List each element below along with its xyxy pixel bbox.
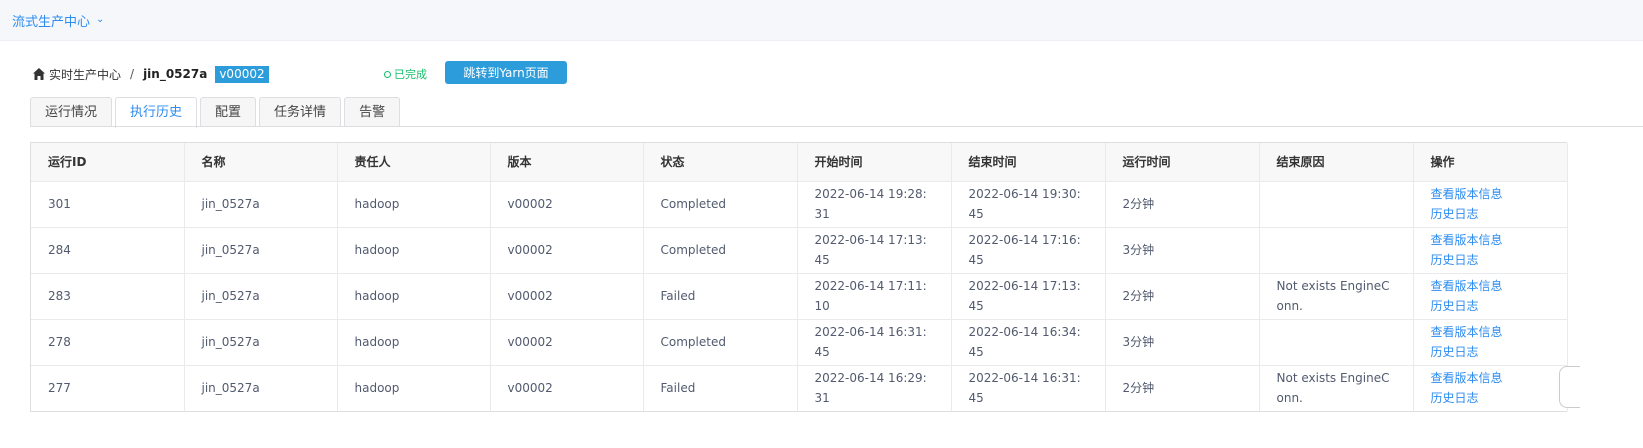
view-version-info-link[interactable]: 查看版本信息 xyxy=(1431,276,1550,296)
table-row: 283 jin_0527a hadoop v00002 Failed 2022-… xyxy=(31,273,1568,320)
tab-config[interactable]: 配置 xyxy=(200,97,257,127)
circle-icon xyxy=(384,70,391,78)
table-header-row: 运行ID 名称 责任人 版本 状态 开始时间 结束时间 运行时间 结束原因 操作 xyxy=(31,143,1568,182)
job-status-badge: 已完成 xyxy=(384,66,427,82)
cell-status: Failed xyxy=(643,273,798,320)
cell-version: v00002 xyxy=(490,227,644,274)
cell-status: Failed xyxy=(643,365,798,411)
breadcrumb-separator: / xyxy=(130,67,135,81)
cell-run-id: 301 xyxy=(31,181,185,228)
chevron-down-icon: ⌄ xyxy=(96,14,105,25)
job-status-label: 已完成 xyxy=(394,68,427,81)
column-header-name: 名称 xyxy=(184,143,338,182)
cell-start-time: 2022-06-14 16:31:45 xyxy=(797,319,952,366)
view-version-info-link[interactable]: 查看版本信息 xyxy=(1431,184,1550,204)
side-drawer-handle[interactable] xyxy=(1559,366,1580,408)
execution-history-table: 运行ID 名称 责任人 版本 状态 开始时间 结束时间 运行时间 结束原因 操作… xyxy=(30,142,1568,412)
cell-name: jin_0527a xyxy=(184,319,338,366)
cell-version: v00002 xyxy=(490,365,644,411)
history-log-link[interactable]: 历史日志 xyxy=(1431,204,1550,224)
cell-owner: hadoop xyxy=(337,365,491,411)
breadcrumb-job-name: jin_0527a xyxy=(143,67,208,81)
cell-duration: 3分钟 xyxy=(1105,319,1260,366)
column-header-end-time: 结束时间 xyxy=(951,143,1106,182)
top-nav-bar: 流式生产中心 ⌄ xyxy=(0,0,1643,41)
history-log-link[interactable]: 历史日志 xyxy=(1431,250,1550,270)
cell-status: Completed xyxy=(643,227,798,274)
cell-end-time: 2022-06-14 17:16:45 xyxy=(951,227,1106,274)
cell-end-reason xyxy=(1259,227,1414,274)
cell-name: jin_0527a xyxy=(184,181,338,228)
column-header-owner: 责任人 xyxy=(337,143,491,182)
column-header-status: 状态 xyxy=(643,143,798,182)
tab-execution-history[interactable]: 执行历史 xyxy=(115,97,198,128)
tab-run-status[interactable]: 运行情况 xyxy=(30,97,113,127)
cell-owner: hadoop xyxy=(337,319,491,366)
cell-name: jin_0527a xyxy=(184,273,338,320)
cell-version: v00002 xyxy=(490,181,644,228)
cell-status: Completed xyxy=(643,181,798,228)
column-header-duration: 运行时间 xyxy=(1105,143,1260,182)
breadcrumb-home[interactable]: 实时生产中心 xyxy=(49,66,121,83)
version-tag: v00002 xyxy=(215,65,269,83)
tab-alerts[interactable]: 告警 xyxy=(344,97,401,127)
cell-owner: hadoop xyxy=(337,181,491,228)
column-header-run-id: 运行ID xyxy=(31,143,185,182)
cell-owner: hadoop xyxy=(337,227,491,274)
cell-end-reason: Not exists EngineConn. xyxy=(1259,365,1414,411)
cell-owner: hadoop xyxy=(337,273,491,320)
cell-end-time: 2022-06-14 16:31:45 xyxy=(951,365,1106,411)
cell-actions: 查看版本信息 历史日志 xyxy=(1413,319,1568,366)
cell-end-reason xyxy=(1259,319,1414,366)
cell-start-time: 2022-06-14 17:11:10 xyxy=(797,273,952,320)
cell-start-time: 2022-06-14 17:13:45 xyxy=(797,227,952,274)
cell-duration: 3分钟 xyxy=(1105,227,1260,274)
app-switcher-menu[interactable]: 流式生产中心 ⌄ xyxy=(12,11,104,30)
cell-start-time: 2022-06-14 16:29:31 xyxy=(797,365,952,411)
tab-divider xyxy=(30,126,1643,127)
cell-actions: 查看版本信息 历史日志 xyxy=(1413,273,1568,320)
cell-duration: 2分钟 xyxy=(1105,365,1260,411)
cell-run-id: 284 xyxy=(31,227,185,274)
cell-end-reason xyxy=(1259,181,1414,228)
table-row: 284 jin_0527a hadoop v00002 Completed 20… xyxy=(31,227,1568,274)
home-icon xyxy=(33,68,45,80)
column-header-actions: 操作 xyxy=(1413,143,1568,182)
history-log-link[interactable]: 历史日志 xyxy=(1431,296,1550,316)
cell-actions: 查看版本信息 历史日志 xyxy=(1413,181,1568,228)
tab-task-details[interactable]: 任务详情 xyxy=(259,97,342,127)
view-version-info-link[interactable]: 查看版本信息 xyxy=(1431,230,1550,250)
cell-status: Completed xyxy=(643,319,798,366)
history-log-link[interactable]: 历史日志 xyxy=(1431,388,1550,408)
column-header-end-reason: 结束原因 xyxy=(1259,143,1414,182)
cell-end-time: 2022-06-14 19:30:45 xyxy=(951,181,1106,228)
column-header-version: 版本 xyxy=(490,143,644,182)
view-version-info-link[interactable]: 查看版本信息 xyxy=(1431,368,1550,388)
cell-run-id: 283 xyxy=(31,273,185,320)
breadcrumb: 实时生产中心 / jin_0527a v00002 xyxy=(32,65,269,83)
cell-end-reason: Not exists EngineConn. xyxy=(1259,273,1414,320)
cell-end-time: 2022-06-14 17:13:45 xyxy=(951,273,1106,320)
table-row: 277 jin_0527a hadoop v00002 Failed 2022-… xyxy=(31,365,1568,411)
view-version-info-link[interactable]: 查看版本信息 xyxy=(1431,322,1550,342)
table-row: 301 jin_0527a hadoop v00002 Completed 20… xyxy=(31,181,1568,228)
cell-version: v00002 xyxy=(490,319,644,366)
cell-name: jin_0527a xyxy=(184,227,338,274)
cell-name: jin_0527a xyxy=(184,365,338,411)
cell-duration: 2分钟 xyxy=(1105,181,1260,228)
app-menu-label: 流式生产中心 xyxy=(12,15,91,30)
cell-actions: 查看版本信息 历史日志 xyxy=(1413,365,1568,411)
cell-run-id: 278 xyxy=(31,319,185,366)
cell-version: v00002 xyxy=(490,273,644,320)
column-header-start-time: 开始时间 xyxy=(797,143,952,182)
go-to-yarn-button[interactable]: 跳转到Yarn页面 xyxy=(445,61,567,84)
tab-bar: 运行情况 执行历史 配置 任务详情 告警 xyxy=(30,97,403,128)
cell-start-time: 2022-06-14 19:28:31 xyxy=(797,181,952,228)
cell-duration: 2分钟 xyxy=(1105,273,1260,320)
cell-run-id: 277 xyxy=(31,365,185,411)
cell-end-time: 2022-06-14 16:34:45 xyxy=(951,319,1106,366)
cell-actions: 查看版本信息 历史日志 xyxy=(1413,227,1568,274)
table-row: 278 jin_0527a hadoop v00002 Completed 20… xyxy=(31,319,1568,366)
history-log-link[interactable]: 历史日志 xyxy=(1431,342,1550,362)
